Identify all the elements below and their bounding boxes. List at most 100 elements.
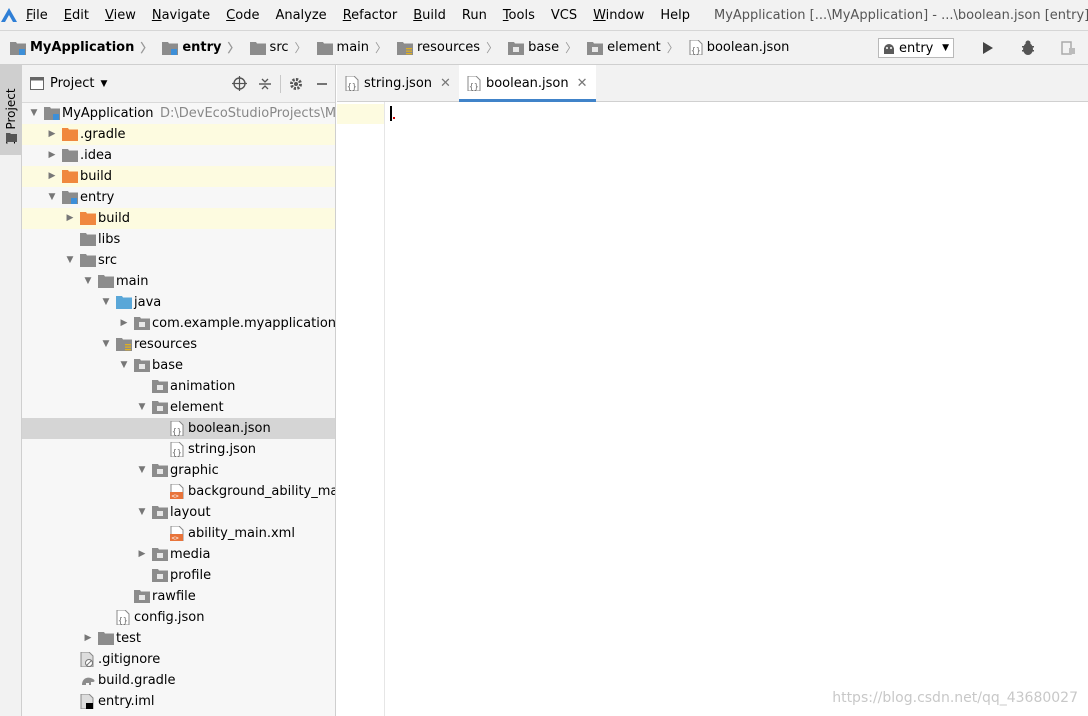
collapse-all-button[interactable]: [252, 65, 278, 102]
breadcrumb-item-main[interactable]: main 〉: [307, 31, 387, 65]
collapsed-arrow-icon[interactable]: ▶: [46, 124, 58, 145]
tree-row-element[interactable]: ▼ element: [22, 397, 335, 418]
editor-gutter: [337, 102, 385, 716]
tree-row-entry[interactable]: ▼ entry: [22, 187, 335, 208]
tree-row-config-json[interactable]: {} config.json: [22, 607, 335, 628]
tree-item-label: rawfile: [152, 589, 196, 604]
json-file-icon: {}: [689, 40, 703, 55]
source-folder-icon: [116, 295, 132, 310]
tree-item-label: entry: [80, 190, 115, 205]
run-configuration-select[interactable]: entry ▼: [878, 38, 954, 58]
run-button[interactable]: [968, 31, 1008, 65]
menu-vcs[interactable]: VCS: [543, 0, 585, 31]
breadcrumb-item-resources[interactable]: resources 〉: [387, 31, 498, 65]
excluded-folder-icon: [80, 211, 96, 226]
tree-row-main[interactable]: ▼ main: [22, 271, 335, 292]
tree-row-background-ability-main-xml[interactable]: <> background_ability_main.xml: [22, 481, 335, 502]
tree-row-build[interactable]: ▶ build: [22, 166, 335, 187]
collapsed-arrow-icon[interactable]: ▶: [118, 313, 130, 334]
editor-tab-boolean-json[interactable]: {} boolean.json ✕: [458, 65, 596, 102]
attach-debugger-button[interactable]: [1048, 31, 1088, 65]
tree-row-boolean-json[interactable]: {} boolean.json: [22, 418, 335, 439]
menu-help[interactable]: Help: [652, 0, 698, 31]
expanded-arrow-icon[interactable]: ▼: [118, 355, 130, 376]
menu-code[interactable]: Code: [218, 0, 267, 31]
expanded-arrow-icon[interactable]: ▼: [136, 397, 148, 418]
breadcrumb-item-myapplication[interactable]: MyApplication 〉: [0, 31, 152, 65]
tree-item-label: element: [170, 400, 224, 415]
close-icon[interactable]: ✕: [440, 76, 451, 91]
expanded-arrow-icon[interactable]: ▼: [100, 292, 112, 313]
toolbar-divider: [280, 74, 281, 93]
tree-row-rawfile[interactable]: rawfile: [22, 586, 335, 607]
breadcrumb-item-src[interactable]: src 〉: [240, 31, 307, 65]
menu-file[interactable]: File: [18, 0, 56, 31]
tree-row-ability-main-xml[interactable]: <> ability_main.xml: [22, 523, 335, 544]
tree-row-com-example-myapplication[interactable]: ▶ com.example.myapplication: [22, 313, 336, 334]
tree-row--gitignore[interactable]: .gitignore: [22, 649, 335, 670]
tree-item-label: build.gradle: [98, 673, 176, 688]
menu-refactor[interactable]: Refactor: [335, 0, 406, 31]
expanded-arrow-icon[interactable]: ▼: [136, 502, 148, 523]
tree-row--idea[interactable]: ▶ .idea: [22, 145, 335, 166]
tree-row-entry-iml[interactable]: entry.iml: [22, 691, 335, 712]
menu-window[interactable]: Window: [585, 0, 652, 31]
expanded-arrow-icon[interactable]: ▼: [28, 103, 40, 124]
tree-row-layout[interactable]: ▼ layout: [22, 502, 335, 523]
tree-row-myapplication[interactable]: ▼ MyApplication D:\DevEcoStudioProjects\My…: [22, 103, 335, 124]
tree-row-test[interactable]: ▶ test: [22, 628, 335, 649]
tree-row-profile[interactable]: profile: [22, 565, 335, 586]
package-icon: [152, 568, 168, 583]
project-tool-tab[interactable]: 1: Project: [0, 65, 21, 155]
tree-row-src[interactable]: ▼ src: [22, 250, 335, 271]
breadcrumb-item-boolean-json[interactable]: {} boolean.json: [679, 31, 789, 65]
collapsed-arrow-icon[interactable]: ▶: [64, 208, 76, 229]
breadcrumb-item-base[interactable]: base 〉: [498, 31, 577, 65]
tree-row-java[interactable]: ▼ java: [22, 292, 335, 313]
expanded-arrow-icon[interactable]: ▼: [82, 271, 94, 292]
json-file-icon: {}: [345, 75, 359, 91]
expanded-arrow-icon[interactable]: ▼: [64, 250, 76, 271]
tree-row-graphic[interactable]: ▼ graphic: [22, 460, 335, 481]
collapsed-arrow-icon[interactable]: ▶: [46, 166, 58, 187]
menu-view[interactable]: View: [97, 0, 144, 31]
editor-area[interactable]: https://blog.csdn.net/qq_43680027: [386, 102, 1088, 716]
expanded-arrow-icon[interactable]: ▼: [46, 187, 58, 208]
menu-edit[interactable]: Edit: [56, 0, 97, 31]
breadcrumb-item-element[interactable]: element 〉: [577, 31, 679, 65]
tree-row-animation[interactable]: animation: [22, 376, 335, 397]
menu-tools[interactable]: Tools: [495, 0, 543, 31]
menu-build[interactable]: Build: [405, 0, 454, 31]
editor-tab-string-json[interactable]: {} string.json ✕: [337, 65, 459, 101]
expanded-arrow-icon[interactable]: ▼: [136, 460, 148, 481]
tree-row--gradle[interactable]: ▶ .gradle: [22, 124, 335, 145]
tree-row-build[interactable]: ▶ build: [22, 208, 335, 229]
collapsed-arrow-icon[interactable]: ▶: [136, 544, 148, 565]
current-line-highlight: [337, 104, 384, 124]
bug-icon: [1022, 40, 1034, 55]
hide-panel-button[interactable]: [309, 65, 335, 102]
debug-button[interactable]: [1008, 31, 1048, 65]
settings-button[interactable]: [283, 65, 309, 102]
attach-icon: [1061, 41, 1075, 55]
tree-row-base[interactable]: ▼ base: [22, 355, 335, 376]
breadcrumb-item-entry[interactable]: entry 〉: [152, 31, 240, 65]
locate-file-button[interactable]: [226, 65, 252, 102]
breadcrumb-label: resources: [417, 40, 481, 55]
expanded-arrow-icon[interactable]: ▼: [100, 334, 112, 355]
breadcrumb-label: main: [336, 40, 370, 55]
project-view-selector[interactable]: Project ▼: [30, 76, 107, 91]
collapsed-arrow-icon[interactable]: ▶: [82, 628, 94, 649]
tree-row-resources[interactable]: ▼ resources: [22, 334, 335, 355]
tree-row-string-json[interactable]: {} string.json: [22, 439, 335, 460]
tree-row-libs[interactable]: libs: [22, 229, 335, 250]
tree-row-media[interactable]: ▶ media: [22, 544, 335, 565]
menu-run[interactable]: Run: [454, 0, 495, 31]
menu-navigate[interactable]: Navigate: [144, 0, 218, 31]
menu-analyze[interactable]: Analyze: [267, 0, 334, 31]
close-icon[interactable]: ✕: [577, 76, 588, 91]
tree-item-label: com.example.myapplication: [152, 316, 336, 331]
tree-row-build-gradle[interactable]: build.gradle: [22, 670, 335, 691]
xml-file-icon: <>: [170, 483, 186, 500]
collapsed-arrow-icon[interactable]: ▶: [46, 145, 58, 166]
